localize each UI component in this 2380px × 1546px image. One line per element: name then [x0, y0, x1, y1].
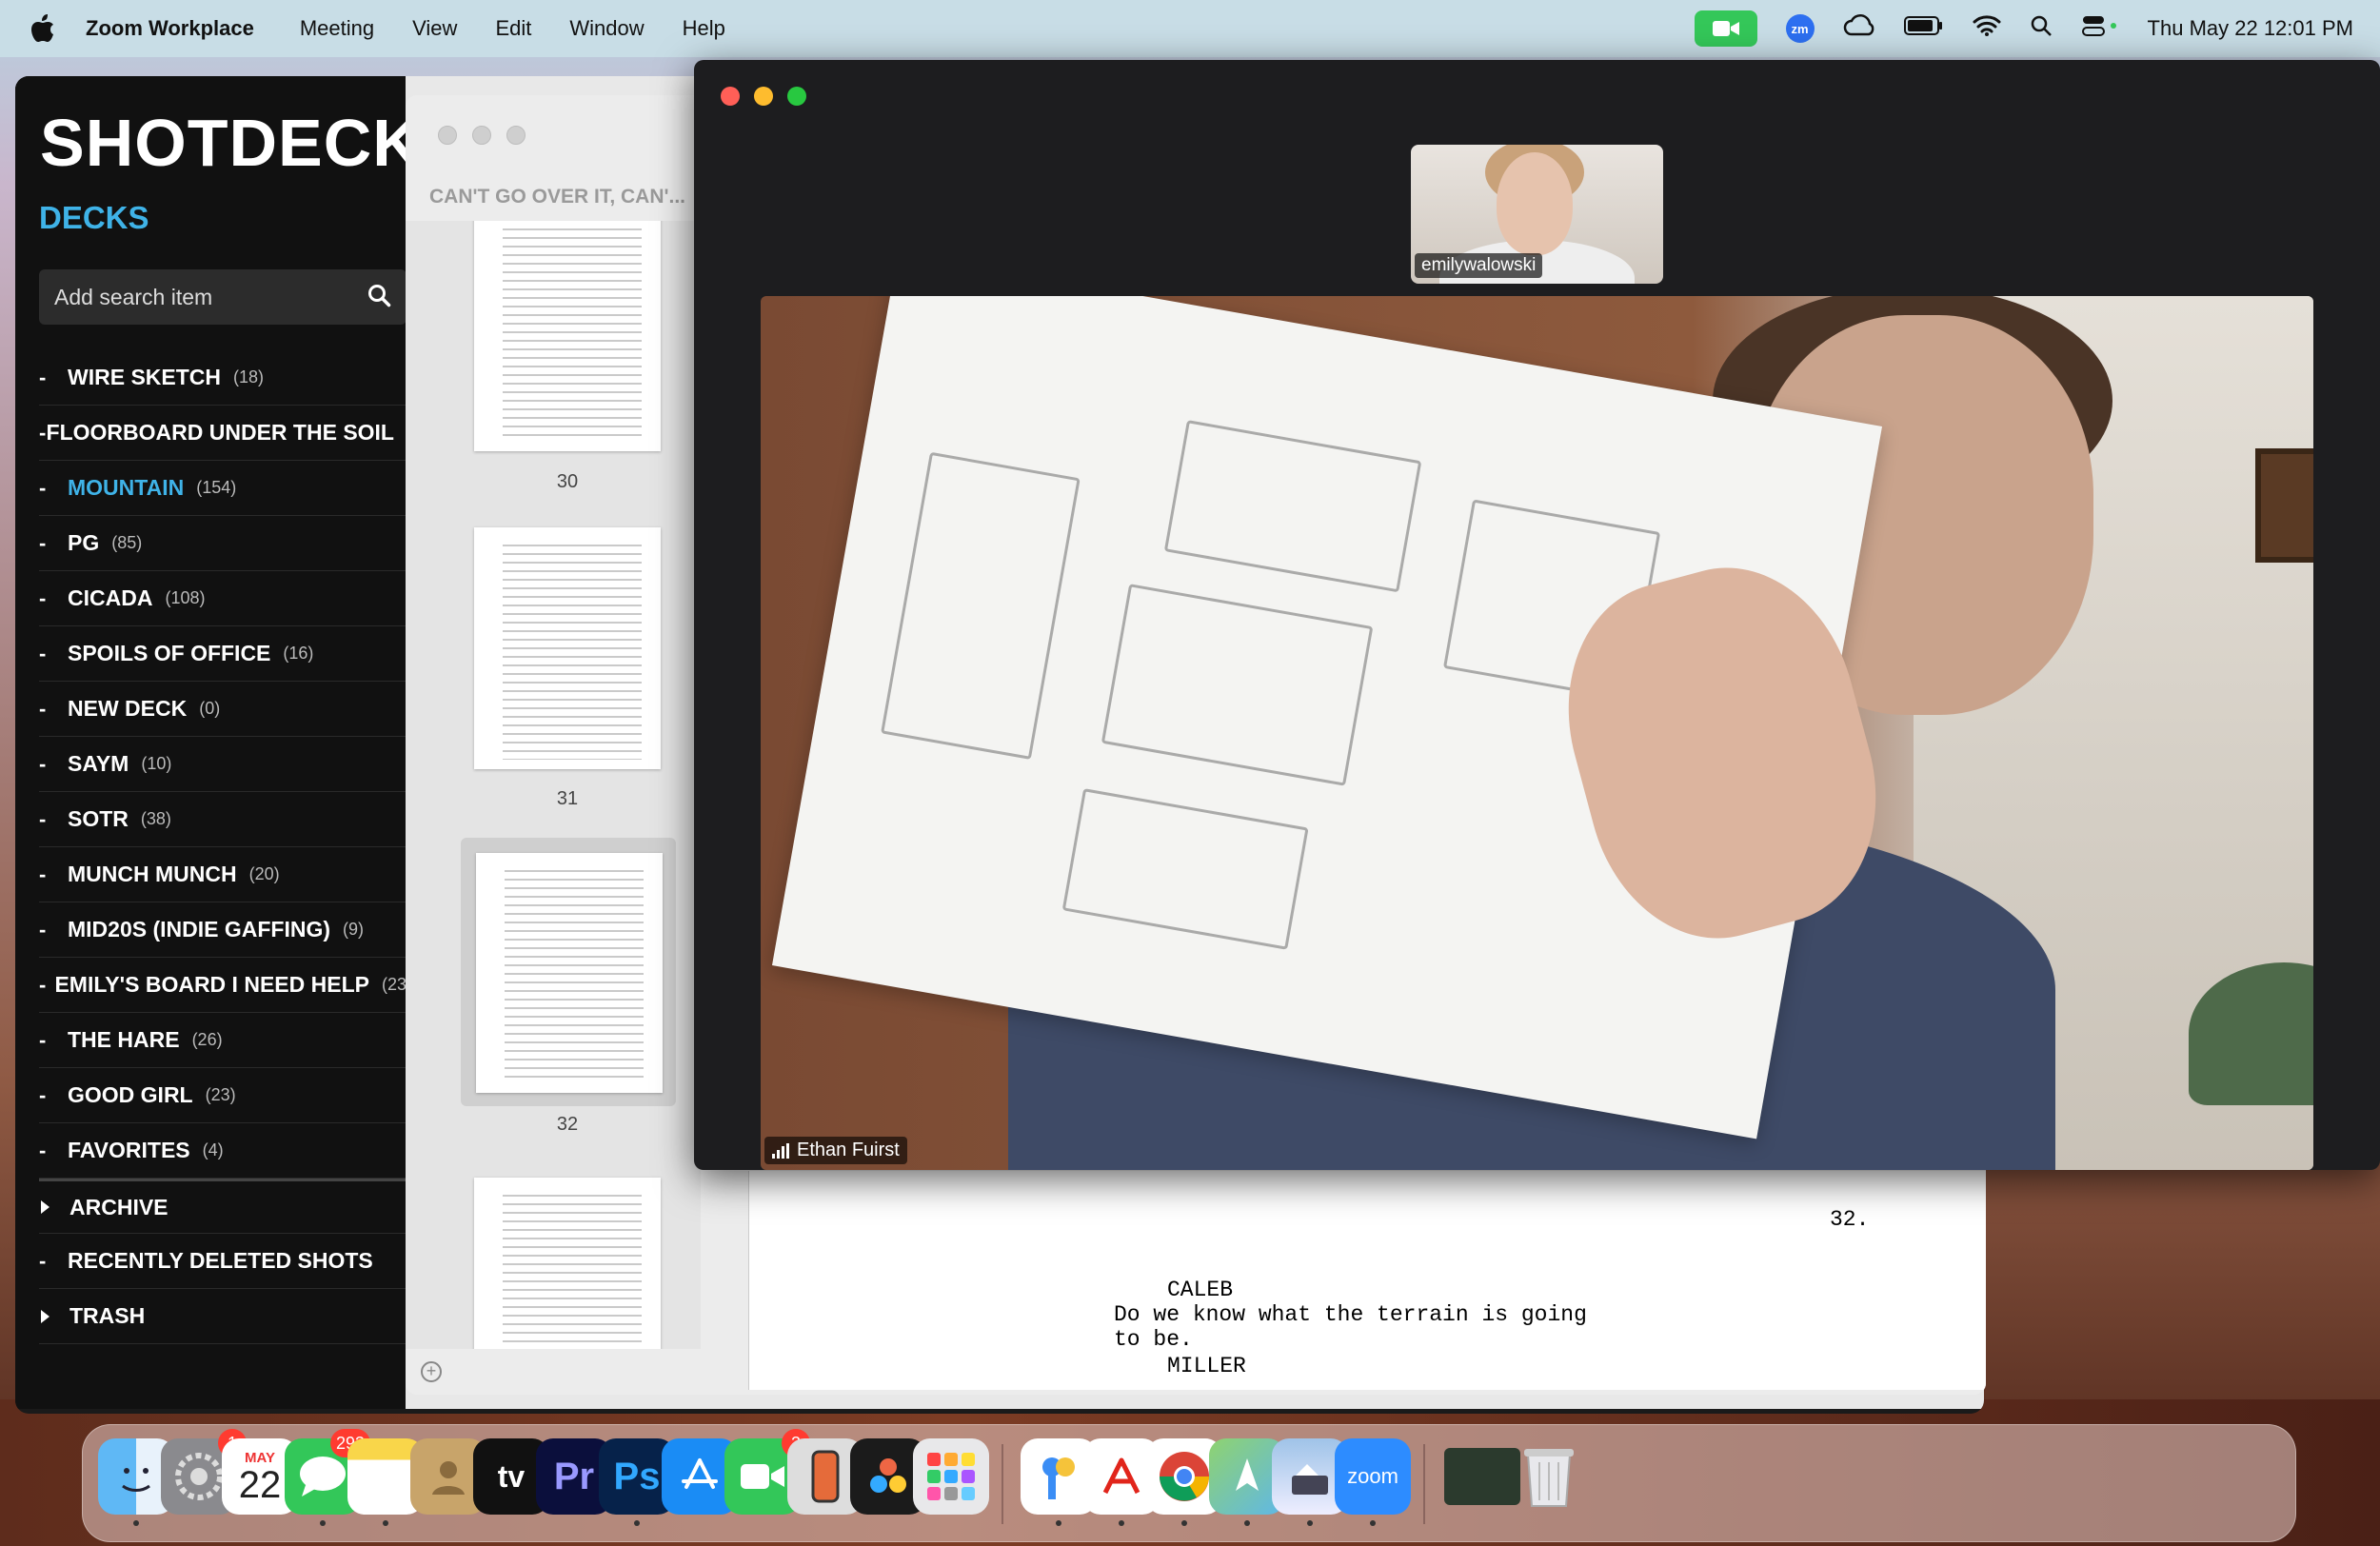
decks-heading: DECKS [39, 200, 149, 235]
deck-item-new-deck[interactable]: - NEW DECK (0) [39, 682, 407, 737]
deck-item-spoils-of-office[interactable]: - SPOILS OF OFFICE (16) [39, 626, 407, 682]
calendar-month: MAY [245, 1449, 275, 1466]
sidebar-item-trash[interactable]: TRASH [39, 1289, 407, 1344]
zoom-video-status-icon[interactable] [1694, 10, 1757, 47]
battery-icon[interactable] [1903, 15, 1944, 42]
creative-cloud-icon[interactable] [1843, 13, 1875, 44]
minimize-button[interactable] [472, 126, 491, 145]
deck-item-floorboard-under-the-soil[interactable]: - FLOORBOARD UNDER THE SOIL [39, 406, 407, 461]
pdf-page [748, 1171, 1986, 1390]
menu-bar: Zoom Workplace Meeting View Edit Window … [0, 0, 2380, 57]
control-center-icon[interactable] [2081, 13, 2119, 44]
disclosure-triangle-icon[interactable] [41, 1200, 50, 1214]
shotdeck-sidebar: SHOTDECK® DECKS Add search item -WIRE SK… [15, 76, 434, 1409]
deck-search-placeholder: Add search item [54, 284, 213, 309]
page-thumbnail-selected[interactable] [476, 853, 663, 1093]
page-thumbnail[interactable] [474, 527, 661, 769]
add-page-icon[interactable]: + [421, 1361, 442, 1382]
shotdeck-logo[interactable]: SHOTDECK® [40, 95, 434, 190]
dock: 1 MAY 22 293 tv Pr Ps 2 [82, 1424, 2296, 1542]
speaker-name-label: Ethan Fuirst [764, 1137, 907, 1164]
search-icon[interactable] [367, 283, 391, 312]
script-dialogue: Do we know what the terrain is going to … [1114, 1302, 1587, 1352]
deck-item-emilys-board[interactable]: - EMILY'S BOARD I NEED HELP (23 [39, 958, 407, 1013]
minimize-button[interactable] [754, 87, 773, 106]
deck-item-mountain[interactable]: - MOUNTAIN (154) [39, 461, 407, 516]
dock-separator [1002, 1444, 1003, 1524]
deck-item-wire-sketch[interactable]: - WIRE SKETCH (18) [39, 350, 407, 406]
page-thumbnail-number: 30 [556, 471, 579, 492]
page-thumbnail-number: 31 [556, 788, 579, 809]
zoom-meeting-window: emilywalowski Ethan Fuirst [694, 60, 2380, 1170]
active-speaker-video[interactable]: Ethan Fuirst [761, 296, 2313, 1170]
page-thumbnail[interactable] [474, 221, 661, 451]
script-character-name: MILLER [1167, 1354, 1246, 1378]
close-button[interactable] [721, 87, 740, 106]
deck-item-saym[interactable]: - SAYM (10) [39, 737, 407, 792]
deck-item-cicada[interactable]: - CICADA (108) [39, 571, 407, 626]
apple-menu-icon[interactable] [0, 14, 86, 43]
menu-help[interactable]: Help [683, 16, 725, 41]
menu-meeting[interactable]: Meeting [300, 16, 374, 41]
deck-item-the-hare[interactable]: - THE HARE (26) [39, 1013, 407, 1068]
deck-item-munch-munch[interactable]: - MUNCH MUNCH (20) [39, 847, 407, 902]
zoom-menu-icon[interactable]: zm [1785, 14, 1815, 43]
deck-item-sotr[interactable]: - SOTR (38) [39, 792, 407, 847]
window-controls [721, 87, 806, 106]
minimized-window-thumbnail[interactable] [1444, 1448, 1520, 1505]
participant-name-label: emilywalowski [1415, 253, 1543, 278]
script-character-name: CALEB [1167, 1278, 1234, 1302]
participant-thumbnail[interactable]: emilywalowski [1411, 145, 1663, 284]
deck-search-input[interactable]: Add search item [39, 269, 407, 325]
document-title: CAN'T GO OVER IT, CAN'... [429, 186, 686, 208]
menu-clock[interactable]: Thu May 22 12:01 PM [2148, 16, 2353, 41]
disclosure-triangle-icon[interactable] [41, 1309, 50, 1323]
zoom-app-icon[interactable]: zoom [1335, 1438, 1411, 1526]
wifi-icon[interactable] [1973, 14, 2001, 43]
deck-item-mid20s[interactable]: - MID20S (INDIE GAFFING) (9) [39, 902, 407, 958]
dock-separator [1423, 1444, 1425, 1524]
menu-edit[interactable]: Edit [495, 16, 531, 41]
close-button[interactable] [438, 126, 457, 145]
menu-app-name[interactable]: Zoom Workplace [86, 16, 254, 41]
fullscreen-button[interactable] [506, 126, 526, 145]
deck-item-pg[interactable]: - PG (85) [39, 516, 407, 571]
menu-window[interactable]: Window [569, 16, 644, 41]
page-thumbnail[interactable] [474, 1178, 661, 1349]
trash-icon[interactable] [1511, 1438, 1587, 1515]
deck-list: - WIRE SKETCH (18) - FLOORBOARD UNDER THE S… [39, 350, 407, 1344]
wall-picture-frame [2255, 448, 2313, 563]
deck-item-good-girl[interactable]: - GOOD GIRL (23) [39, 1068, 407, 1123]
fullscreen-button[interactable] [787, 87, 806, 106]
deck-item-favorites[interactable]: - FAVORITES (4) [39, 1123, 407, 1179]
spotlight-search-icon[interactable] [2030, 14, 2053, 43]
page-thumbnail-sidebar: 30 31 32 [406, 221, 701, 1349]
script-page-number: 32. [1830, 1207, 1870, 1232]
sidebar-item-archive[interactable]: ARCHIVE [39, 1179, 407, 1234]
window-controls [438, 126, 526, 145]
sidebar-item-recently-deleted[interactable]: - RECENTLY DELETED SHOTS [39, 1234, 407, 1289]
calendar-day: 22 [238, 1463, 282, 1506]
signal-strength-icon [772, 1142, 789, 1159]
page-thumbnail-number: 32 [556, 1114, 579, 1135]
menu-view[interactable]: View [412, 16, 457, 41]
launchpad-icon[interactable] [913, 1438, 989, 1515]
